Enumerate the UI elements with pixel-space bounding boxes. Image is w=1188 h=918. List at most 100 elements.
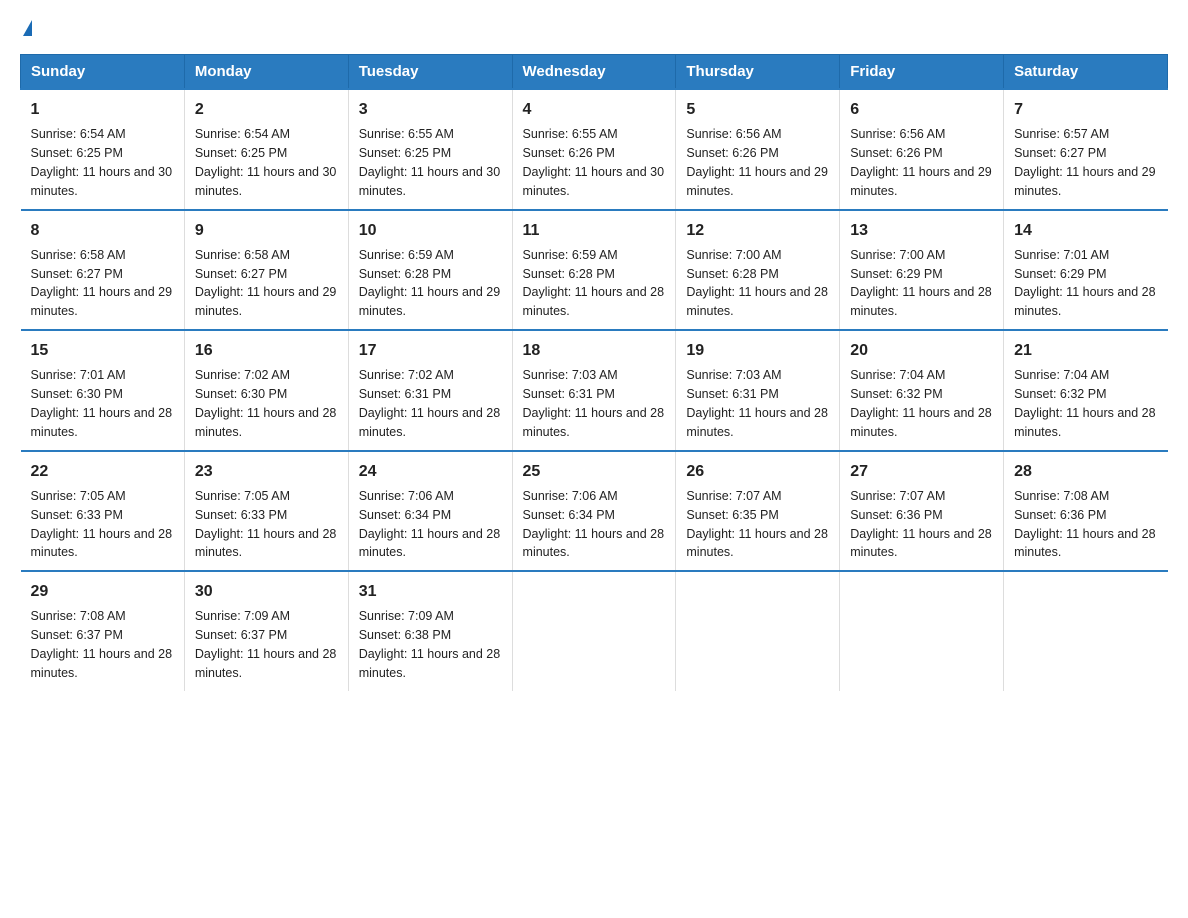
day-number: 17 <box>359 339 502 362</box>
day-info: Sunrise: 7:04 AMSunset: 6:32 PMDaylight:… <box>1014 368 1156 439</box>
day-info: Sunrise: 7:07 AMSunset: 6:36 PMDaylight:… <box>850 489 992 560</box>
day-number: 14 <box>1014 219 1157 242</box>
day-number: 24 <box>359 460 502 483</box>
day-info: Sunrise: 7:08 AMSunset: 6:36 PMDaylight:… <box>1014 489 1156 560</box>
day-info: Sunrise: 7:04 AMSunset: 6:32 PMDaylight:… <box>850 368 992 439</box>
calendar-cell: 13 Sunrise: 7:00 AMSunset: 6:29 PMDaylig… <box>840 210 1004 331</box>
calendar-cell: 28 Sunrise: 7:08 AMSunset: 6:36 PMDaylig… <box>1004 451 1168 572</box>
day-number: 22 <box>31 460 174 483</box>
day-number: 9 <box>195 219 338 242</box>
header-cell-monday: Monday <box>184 55 348 90</box>
calendar-cell: 26 Sunrise: 7:07 AMSunset: 6:35 PMDaylig… <box>676 451 840 572</box>
day-number: 10 <box>359 219 502 242</box>
page-header <box>20 20 1168 38</box>
calendar-cell: 17 Sunrise: 7:02 AMSunset: 6:31 PMDaylig… <box>348 330 512 451</box>
day-number: 12 <box>686 219 829 242</box>
calendar-row: 22 Sunrise: 7:05 AMSunset: 6:33 PMDaylig… <box>21 451 1168 572</box>
day-number: 4 <box>523 98 666 121</box>
day-info: Sunrise: 6:56 AMSunset: 6:26 PMDaylight:… <box>850 127 992 198</box>
calendar-cell: 11 Sunrise: 6:59 AMSunset: 6:28 PMDaylig… <box>512 210 676 331</box>
day-info: Sunrise: 6:59 AMSunset: 6:28 PMDaylight:… <box>359 248 501 319</box>
day-number: 16 <box>195 339 338 362</box>
header-cell-saturday: Saturday <box>1004 55 1168 90</box>
day-number: 18 <box>523 339 666 362</box>
day-number: 27 <box>850 460 993 483</box>
day-info: Sunrise: 6:57 AMSunset: 6:27 PMDaylight:… <box>1014 127 1156 198</box>
day-info: Sunrise: 7:05 AMSunset: 6:33 PMDaylight:… <box>31 489 173 560</box>
calendar-cell: 8 Sunrise: 6:58 AMSunset: 6:27 PMDayligh… <box>21 210 185 331</box>
day-info: Sunrise: 7:00 AMSunset: 6:28 PMDaylight:… <box>686 248 828 319</box>
day-info: Sunrise: 7:03 AMSunset: 6:31 PMDaylight:… <box>523 368 665 439</box>
day-info: Sunrise: 7:09 AMSunset: 6:37 PMDaylight:… <box>195 609 337 680</box>
day-number: 6 <box>850 98 993 121</box>
day-number: 7 <box>1014 98 1157 121</box>
day-info: Sunrise: 7:06 AMSunset: 6:34 PMDaylight:… <box>523 489 665 560</box>
calendar-cell: 2 Sunrise: 6:54 AMSunset: 6:25 PMDayligh… <box>184 89 348 210</box>
day-info: Sunrise: 6:59 AMSunset: 6:28 PMDaylight:… <box>523 248 665 319</box>
day-number: 31 <box>359 580 502 603</box>
calendar-body: 1 Sunrise: 6:54 AMSunset: 6:25 PMDayligh… <box>21 89 1168 691</box>
header-cell-wednesday: Wednesday <box>512 55 676 90</box>
day-info: Sunrise: 6:56 AMSunset: 6:26 PMDaylight:… <box>686 127 828 198</box>
day-number: 19 <box>686 339 829 362</box>
calendar-cell: 22 Sunrise: 7:05 AMSunset: 6:33 PMDaylig… <box>21 451 185 572</box>
day-number: 30 <box>195 580 338 603</box>
calendar-cell: 15 Sunrise: 7:01 AMSunset: 6:30 PMDaylig… <box>21 330 185 451</box>
day-info: Sunrise: 7:01 AMSunset: 6:29 PMDaylight:… <box>1014 248 1156 319</box>
calendar-cell: 12 Sunrise: 7:00 AMSunset: 6:28 PMDaylig… <box>676 210 840 331</box>
day-info: Sunrise: 7:00 AMSunset: 6:29 PMDaylight:… <box>850 248 992 319</box>
calendar-cell: 16 Sunrise: 7:02 AMSunset: 6:30 PMDaylig… <box>184 330 348 451</box>
day-number: 25 <box>523 460 666 483</box>
day-info: Sunrise: 6:55 AMSunset: 6:25 PMDaylight:… <box>359 127 501 198</box>
calendar-cell: 5 Sunrise: 6:56 AMSunset: 6:26 PMDayligh… <box>676 89 840 210</box>
calendar-cell: 10 Sunrise: 6:59 AMSunset: 6:28 PMDaylig… <box>348 210 512 331</box>
day-info: Sunrise: 6:55 AMSunset: 6:26 PMDaylight:… <box>523 127 665 198</box>
calendar-cell: 1 Sunrise: 6:54 AMSunset: 6:25 PMDayligh… <box>21 89 185 210</box>
day-number: 11 <box>523 219 666 242</box>
day-number: 21 <box>1014 339 1157 362</box>
calendar-cell: 29 Sunrise: 7:08 AMSunset: 6:37 PMDaylig… <box>21 571 185 691</box>
calendar-cell: 6 Sunrise: 6:56 AMSunset: 6:26 PMDayligh… <box>840 89 1004 210</box>
calendar-cell: 31 Sunrise: 7:09 AMSunset: 6:38 PMDaylig… <box>348 571 512 691</box>
calendar-cell: 3 Sunrise: 6:55 AMSunset: 6:25 PMDayligh… <box>348 89 512 210</box>
logo <box>20 20 32 38</box>
day-info: Sunrise: 7:09 AMSunset: 6:38 PMDaylight:… <box>359 609 501 680</box>
header-cell-tuesday: Tuesday <box>348 55 512 90</box>
calendar-cell: 9 Sunrise: 6:58 AMSunset: 6:27 PMDayligh… <box>184 210 348 331</box>
calendar-cell: 18 Sunrise: 7:03 AMSunset: 6:31 PMDaylig… <box>512 330 676 451</box>
calendar-cell <box>512 571 676 691</box>
day-number: 23 <box>195 460 338 483</box>
day-number: 1 <box>31 98 174 121</box>
calendar-cell: 25 Sunrise: 7:06 AMSunset: 6:34 PMDaylig… <box>512 451 676 572</box>
header-cell-friday: Friday <box>840 55 1004 90</box>
calendar-cell <box>840 571 1004 691</box>
day-info: Sunrise: 7:08 AMSunset: 6:37 PMDaylight:… <box>31 609 173 680</box>
day-number: 28 <box>1014 460 1157 483</box>
calendar-row: 1 Sunrise: 6:54 AMSunset: 6:25 PMDayligh… <box>21 89 1168 210</box>
day-number: 2 <box>195 98 338 121</box>
calendar-cell <box>676 571 840 691</box>
calendar-header: SundayMondayTuesdayWednesdayThursdayFrid… <box>21 55 1168 90</box>
day-info: Sunrise: 7:02 AMSunset: 6:31 PMDaylight:… <box>359 368 501 439</box>
calendar-cell: 20 Sunrise: 7:04 AMSunset: 6:32 PMDaylig… <box>840 330 1004 451</box>
calendar-cell: 27 Sunrise: 7:07 AMSunset: 6:36 PMDaylig… <box>840 451 1004 572</box>
calendar-cell: 7 Sunrise: 6:57 AMSunset: 6:27 PMDayligh… <box>1004 89 1168 210</box>
calendar-cell: 14 Sunrise: 7:01 AMSunset: 6:29 PMDaylig… <box>1004 210 1168 331</box>
day-info: Sunrise: 7:07 AMSunset: 6:35 PMDaylight:… <box>686 489 828 560</box>
day-number: 26 <box>686 460 829 483</box>
calendar-cell: 23 Sunrise: 7:05 AMSunset: 6:33 PMDaylig… <box>184 451 348 572</box>
day-info: Sunrise: 6:54 AMSunset: 6:25 PMDaylight:… <box>195 127 337 198</box>
day-info: Sunrise: 6:54 AMSunset: 6:25 PMDaylight:… <box>31 127 173 198</box>
calendar-row: 8 Sunrise: 6:58 AMSunset: 6:27 PMDayligh… <box>21 210 1168 331</box>
day-info: Sunrise: 6:58 AMSunset: 6:27 PMDaylight:… <box>195 248 337 319</box>
day-info: Sunrise: 7:05 AMSunset: 6:33 PMDaylight:… <box>195 489 337 560</box>
day-info: Sunrise: 7:02 AMSunset: 6:30 PMDaylight:… <box>195 368 337 439</box>
calendar-cell: 30 Sunrise: 7:09 AMSunset: 6:37 PMDaylig… <box>184 571 348 691</box>
calendar-row: 15 Sunrise: 7:01 AMSunset: 6:30 PMDaylig… <box>21 330 1168 451</box>
header-cell-sunday: Sunday <box>21 55 185 90</box>
day-info: Sunrise: 6:58 AMSunset: 6:27 PMDaylight:… <box>31 248 173 319</box>
calendar-cell: 24 Sunrise: 7:06 AMSunset: 6:34 PMDaylig… <box>348 451 512 572</box>
calendar-cell: 4 Sunrise: 6:55 AMSunset: 6:26 PMDayligh… <box>512 89 676 210</box>
calendar-cell: 19 Sunrise: 7:03 AMSunset: 6:31 PMDaylig… <box>676 330 840 451</box>
day-number: 5 <box>686 98 829 121</box>
